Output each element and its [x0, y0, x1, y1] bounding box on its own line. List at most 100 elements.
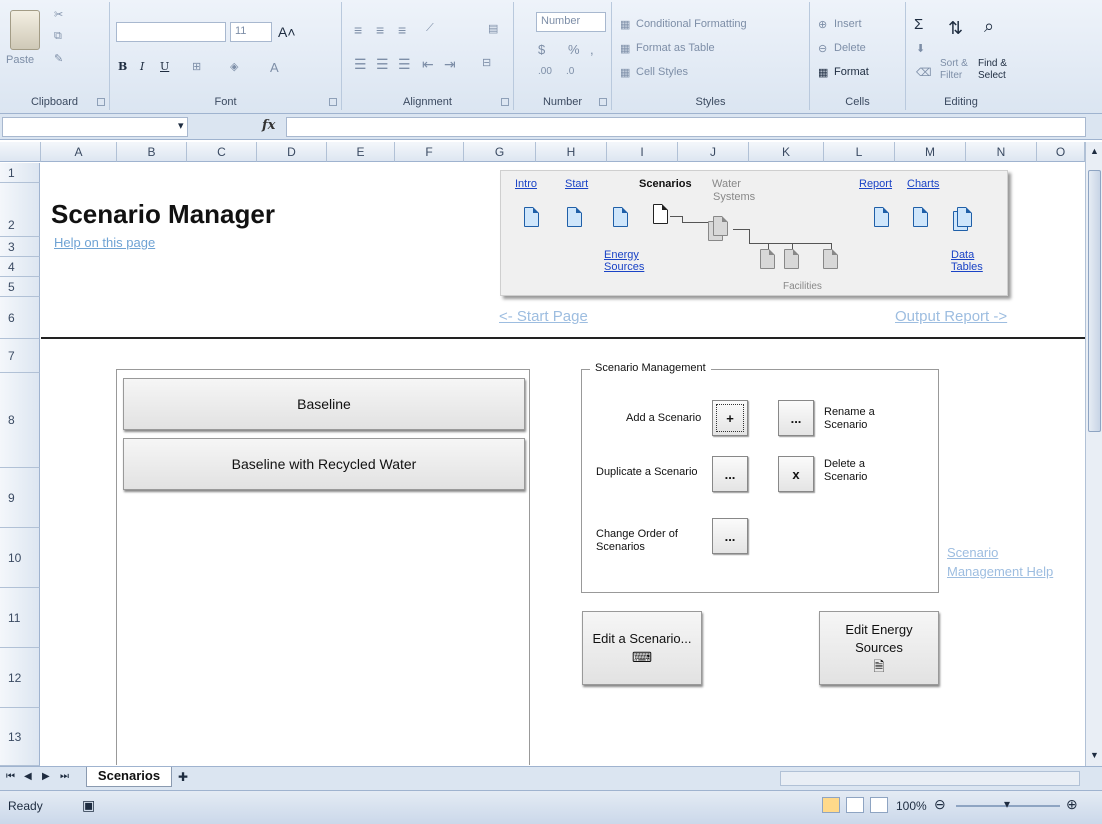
- row-header[interactable]: 6: [0, 297, 40, 339]
- format-table-icon[interactable]: ▦: [620, 42, 630, 55]
- report-page-icon[interactable]: [874, 207, 889, 227]
- column-header[interactable]: A: [41, 142, 117, 162]
- row-header[interactable]: 4: [0, 257, 40, 277]
- underline-button[interactable]: U: [160, 60, 169, 73]
- fill-color-icon[interactable]: ◈: [230, 60, 238, 73]
- charts-page-icon[interactable]: [913, 207, 928, 227]
- tables-link-text[interactable]: Tables: [951, 261, 983, 273]
- decrease-decimal-icon[interactable]: .0: [566, 66, 574, 77]
- format-icon[interactable]: ▦: [818, 66, 828, 79]
- macro-record-icon[interactable]: ▣: [82, 797, 95, 814]
- zoom-out-icon[interactable]: ⊖: [934, 796, 946, 813]
- column-header[interactable]: L: [824, 142, 895, 162]
- vertical-scroll-thumb[interactable]: [1088, 170, 1101, 432]
- next-sheet-icon[interactable]: ▶: [42, 771, 50, 782]
- sheet-tab-scenarios[interactable]: Scenarios: [86, 767, 172, 787]
- change-order-button[interactable]: ...: [712, 518, 748, 554]
- column-header[interactable]: N: [966, 142, 1037, 162]
- bold-button[interactable]: B: [118, 60, 127, 73]
- comma-button[interactable]: ,: [590, 42, 594, 57]
- increase-indent-icon[interactable]: ⇥: [444, 56, 456, 73]
- wrap-text-icon[interactable]: ▤: [488, 22, 498, 35]
- paste-button[interactable]: Paste: [6, 54, 34, 66]
- column-header[interactable]: F: [395, 142, 464, 162]
- conditional-formatting-button[interactable]: Conditional Formatting: [636, 18, 747, 30]
- insert-function-icon[interactable]: fx: [262, 118, 275, 133]
- scenario-management-help-link[interactable]: Scenario Management Help: [947, 543, 1075, 581]
- horizontal-scrollbar[interactable]: [780, 771, 1080, 786]
- number-launcher-icon[interactable]: [599, 98, 607, 106]
- scenario-baseline-button[interactable]: Baseline: [123, 378, 525, 430]
- intro-page-icon[interactable]: [524, 207, 539, 227]
- column-header[interactable]: J: [678, 142, 749, 162]
- row-header[interactable]: 11: [0, 588, 40, 648]
- select-all-corner[interactable]: [0, 142, 41, 162]
- column-header[interactable]: O: [1037, 142, 1085, 162]
- format-as-table-button[interactable]: Format as Table: [636, 42, 715, 54]
- align-bottom-icon[interactable]: ≡: [398, 22, 406, 38]
- charts-link[interactable]: Charts: [907, 178, 939, 190]
- column-header[interactable]: H: [536, 142, 607, 162]
- start-page-link[interactable]: <- Start Page: [499, 308, 588, 325]
- borders-icon[interactable]: ⊞: [192, 60, 201, 73]
- column-header[interactable]: E: [327, 142, 395, 162]
- font-color-icon[interactable]: A: [270, 60, 279, 75]
- formula-input[interactable]: [286, 117, 1086, 137]
- clear-icon[interactable]: ⌫: [916, 66, 932, 79]
- delete-button[interactable]: Delete: [834, 42, 866, 54]
- paste-icon[interactable]: [10, 10, 40, 50]
- decrease-indent-icon[interactable]: ⇤: [422, 56, 434, 73]
- vertical-scrollbar[interactable]: ▲ ▼: [1085, 142, 1102, 766]
- italic-button[interactable]: I: [140, 60, 144, 73]
- binoculars-icon[interactable]: ⌕: [984, 16, 994, 37]
- sort-icon[interactable]: ⇅: [948, 18, 963, 39]
- output-report-link[interactable]: Output Report ->: [895, 308, 1007, 325]
- fill-icon[interactable]: ⬇: [916, 42, 925, 55]
- row-header[interactable]: 8: [0, 373, 40, 468]
- energy-sources-page-icon[interactable]: [613, 207, 628, 227]
- start-link[interactable]: Start: [565, 178, 588, 190]
- insert-icon[interactable]: ⊕: [818, 18, 827, 31]
- add-scenario-button[interactable]: +: [712, 400, 748, 436]
- row-header[interactable]: 2: [0, 183, 40, 237]
- align-center-icon[interactable]: ☰: [376, 56, 389, 73]
- energy-sources-link[interactable]: Energy Sources: [604, 249, 644, 273]
- column-header[interactable]: G: [464, 142, 536, 162]
- number-format-field[interactable]: Number: [536, 12, 606, 32]
- first-sheet-icon[interactable]: ⏮: [6, 771, 15, 782]
- edit-energy-sources-button[interactable]: Edit Energy Sources 🗎: [819, 611, 939, 685]
- duplicate-scenario-button[interactable]: ...: [712, 456, 748, 492]
- percent-button[interactable]: %: [568, 42, 580, 57]
- row-header[interactable]: 7: [0, 339, 40, 373]
- data-tables-link[interactable]: Data Tables: [951, 249, 983, 273]
- cell-styles-button[interactable]: Cell Styles: [636, 66, 688, 78]
- column-header[interactable]: D: [257, 142, 327, 162]
- intro-link[interactable]: Intro: [515, 178, 537, 190]
- edit-scenario-button[interactable]: Edit a Scenario... ⌨: [582, 611, 702, 685]
- find-select-button[interactable]: Find & Select: [978, 58, 1014, 82]
- last-sheet-icon[interactable]: ⏭: [60, 771, 69, 782]
- row-header[interactable]: 10: [0, 528, 40, 588]
- column-header[interactable]: I: [607, 142, 678, 162]
- row-header[interactable]: 12: [0, 648, 40, 708]
- font-name-field[interactable]: [116, 22, 226, 42]
- clipboard-launcher-icon[interactable]: [97, 98, 105, 106]
- orientation-icon[interactable]: ⟋: [426, 22, 434, 35]
- delete-scenario-button[interactable]: x: [778, 456, 814, 492]
- grow-font-icon[interactable]: A˄: [278, 24, 296, 40]
- zoom-in-icon[interactable]: ⊕: [1066, 796, 1078, 813]
- sort-filter-button[interactable]: Sort & Filter: [940, 58, 976, 82]
- zoom-slider-thumb[interactable]: ▾: [1004, 797, 1010, 811]
- data-link-text[interactable]: Data: [951, 249, 974, 261]
- column-header[interactable]: K: [749, 142, 824, 162]
- increase-decimal-icon[interactable]: .00: [538, 66, 552, 77]
- merge-center-icon[interactable]: ⊟: [482, 56, 491, 69]
- align-left-icon[interactable]: ☰: [354, 56, 367, 73]
- name-box[interactable]: [2, 117, 188, 137]
- copy-icon[interactable]: ⧉: [54, 30, 62, 43]
- row-header[interactable]: 9: [0, 468, 40, 528]
- currency-button[interactable]: $: [538, 42, 545, 57]
- normal-view-button[interactable]: [822, 797, 840, 813]
- name-box-dropdown-icon[interactable]: ▾: [178, 119, 184, 132]
- scenario-list[interactable]: Baseline Baseline with Recycled Water: [116, 369, 530, 765]
